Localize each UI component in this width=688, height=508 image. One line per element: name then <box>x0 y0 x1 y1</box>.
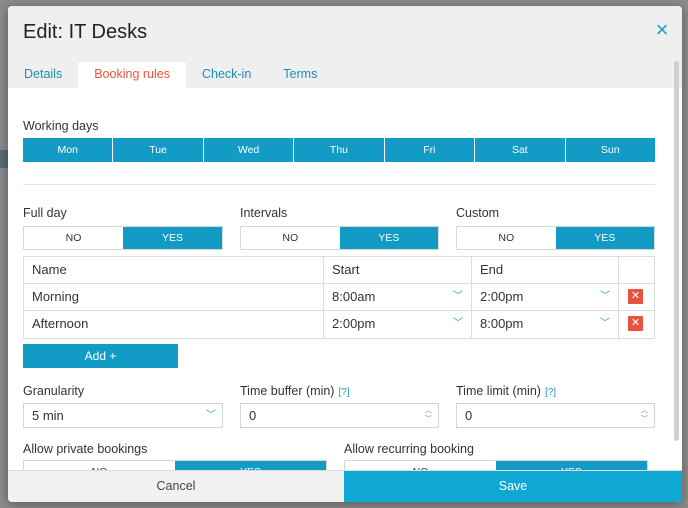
custom-toggle: NO YES <box>456 226 655 250</box>
close-icon[interactable]: × <box>652 19 672 41</box>
day-fri[interactable]: Fri <box>384 138 476 162</box>
private-bookings-yes[interactable]: YES <box>175 461 326 470</box>
edit-modal: Edit: IT Desks × Details Booking rules C… <box>8 6 682 502</box>
chevron-down-icon: ﹀ <box>453 291 463 302</box>
time-buffer-input[interactable]: 0 ︿ ﹀ <box>240 403 439 428</box>
working-days-selector: Mon Tue Wed Thu Fri Sat Sun <box>23 138 655 162</box>
working-days-label: Working days <box>23 119 99 133</box>
day-wed[interactable]: Wed <box>203 138 295 162</box>
recurring-booking-no[interactable]: NO <box>345 461 496 470</box>
row-actions: ✕ <box>619 311 654 338</box>
interval-end-select[interactable]: 2:00pm ﹀ <box>472 284 619 310</box>
recurring-booking-label: Allow recurring booking <box>344 442 474 456</box>
time-buffer-help[interactable]: [?] <box>338 387 349 398</box>
interval-end-select[interactable]: 8:00pm ﹀ <box>472 311 619 338</box>
time-buffer-label: Time buffer (min) [?] <box>240 384 350 398</box>
intervals-no[interactable]: NO <box>241 227 340 249</box>
time-limit-input[interactable]: 0 ︿ ﹀ <box>456 403 655 428</box>
delete-icon[interactable]: ✕ <box>628 289 643 304</box>
booking-rules-panel: Working days Mon Tue Wed Thu Fri Sat Sun… <box>8 88 682 470</box>
delete-icon[interactable]: ✕ <box>628 316 643 331</box>
cancel-button[interactable]: Cancel <box>8 471 344 502</box>
interval-name-input[interactable]: Afternoon <box>24 311 324 338</box>
chevron-down-icon: ﹀ <box>206 410 216 421</box>
time-limit-value: 0 <box>465 408 473 423</box>
backdrop-element <box>0 150 8 168</box>
tab-bar: Details Booking rules Check-in Terms <box>8 62 333 88</box>
day-sun[interactable]: Sun <box>565 138 655 162</box>
intervals-yes[interactable]: YES <box>339 227 438 249</box>
interval-start-value: 2:00pm <box>332 316 376 331</box>
time-buffer-label-text: Time buffer (min) <box>240 384 335 398</box>
interval-start-value: 8:00am <box>332 289 376 304</box>
chevron-down-icon: ﹀ <box>600 291 610 302</box>
time-limit-help[interactable]: [?] <box>545 387 556 398</box>
day-thu[interactable]: Thu <box>294 138 385 162</box>
table-header-row: Name Start End <box>24 257 654 284</box>
add-interval-button[interactable]: Add + <box>23 344 178 368</box>
save-button[interactable]: Save <box>344 471 682 502</box>
granularity-value: 5 min <box>32 408 64 423</box>
tab-details[interactable]: Details <box>8 62 78 88</box>
tab-terms[interactable]: Terms <box>267 62 333 88</box>
header-end: End <box>472 257 619 283</box>
row-actions: ✕ <box>619 284 654 310</box>
private-bookings-no[interactable]: NO <box>24 461 175 470</box>
custom-yes[interactable]: YES <box>555 227 654 249</box>
granularity-select[interactable]: 5 min ﹀ <box>23 403 223 428</box>
full-day-no[interactable]: NO <box>24 227 123 249</box>
private-bookings-label: Allow private bookings <box>23 442 148 456</box>
full-day-yes[interactable]: YES <box>123 227 222 249</box>
private-bookings-toggle: NO YES <box>23 460 327 470</box>
recurring-booking-toggle: NO YES <box>344 460 648 470</box>
scrollbar[interactable] <box>674 61 679 441</box>
divider <box>23 184 655 185</box>
table-row: Afternoon 2:00pm ﹀ 8:00pm ﹀ ✕ <box>24 311 654 338</box>
custom-no[interactable]: NO <box>457 227 556 249</box>
interval-name-input[interactable]: Morning <box>24 284 324 310</box>
interval-end-value: 2:00pm <box>480 289 524 304</box>
day-tue[interactable]: Tue <box>113 138 204 162</box>
chevron-down-icon: ﹀ <box>453 318 463 329</box>
full-day-label: Full day <box>23 206 67 220</box>
interval-end-value: 8:00pm <box>480 316 524 331</box>
header-actions <box>619 257 654 283</box>
modal-footer: Cancel Save <box>8 470 682 502</box>
intervals-toggle: NO YES <box>240 226 439 250</box>
recurring-booking-yes[interactable]: YES <box>496 461 647 470</box>
tab-booking-rules[interactable]: Booking rules <box>78 62 186 88</box>
header-name: Name <box>24 257 324 283</box>
table-row: Morning 8:00am ﹀ 2:00pm ﹀ ✕ <box>24 284 654 311</box>
time-limit-label: Time limit (min) [?] <box>456 384 556 398</box>
day-sat[interactable]: Sat <box>475 138 566 162</box>
modal-title: Edit: IT Desks <box>23 21 148 43</box>
custom-label: Custom <box>456 206 500 220</box>
full-day-toggle: NO YES <box>23 226 223 250</box>
stepper-icon[interactable]: ︿ ﹀ <box>641 406 648 424</box>
intervals-label: Intervals <box>240 206 288 220</box>
stepper-icon[interactable]: ︿ ﹀ <box>425 406 432 424</box>
interval-start-select[interactable]: 8:00am ﹀ <box>324 284 472 310</box>
time-limit-label-text: Time limit (min) <box>456 384 541 398</box>
tab-check-in[interactable]: Check-in <box>186 62 267 88</box>
granularity-label: Granularity <box>23 384 85 398</box>
day-mon[interactable]: Mon <box>23 138 114 162</box>
intervals-table: Name Start End Morning 8:00am ﹀ 2:00pm ﹀ ✕… <box>23 256 655 339</box>
modal-header: Edit: IT Desks × Details Booking rules C… <box>8 6 682 88</box>
header-start: Start <box>324 257 472 283</box>
time-buffer-value: 0 <box>249 408 257 423</box>
chevron-down-icon: ﹀ <box>600 318 610 329</box>
interval-start-select[interactable]: 2:00pm ﹀ <box>324 311 472 338</box>
